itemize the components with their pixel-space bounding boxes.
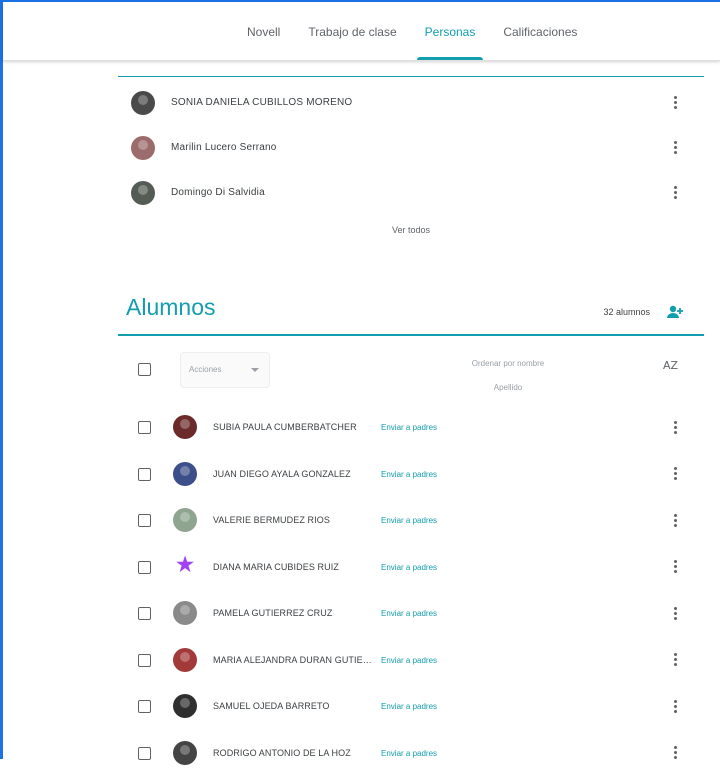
actions-dropdown[interactable]: Acciones: [180, 352, 270, 388]
window-frame-left: [0, 0, 3, 759]
student-name: SUBIA PAULA CUMBERBATCHER: [213, 422, 373, 432]
student-checkbox[interactable]: [138, 468, 151, 481]
sort-az-icon[interactable]: AZ: [663, 359, 678, 372]
more-options-icon[interactable]: [668, 463, 682, 485]
more-options-icon[interactable]: [668, 742, 682, 764]
student-name: MARIA ALEJANDRA DURAN GUTIERREZ: [213, 655, 373, 665]
student-row: VALERIE BERMUDEZ RIOS Enviar a padres: [118, 497, 704, 544]
student-checkbox[interactable]: [138, 700, 151, 713]
star-avatar-icon: ★: [173, 553, 197, 577]
teacher-row: Marilin Lucero Serrano: [118, 125, 704, 170]
teacher-row: SONIA DANIELA CUBILLOS MORENO: [118, 80, 704, 125]
student-checkbox[interactable]: [138, 514, 151, 527]
student-name: JUAN DIEGO AYALA GONZALEZ: [213, 469, 373, 479]
student-checkbox[interactable]: [138, 747, 151, 760]
avatar: [173, 648, 197, 672]
student-row: ★ DIANA MARIA CUBIDES RUIZ Enviar a padr…: [118, 544, 704, 591]
more-options-icon[interactable]: [668, 92, 682, 114]
students-list: SUBIA PAULA CUMBERBATCHER Enviar a padre…: [118, 404, 704, 776]
teacher-name: SONIA DANIELA CUBILLOS MORENO: [171, 97, 352, 108]
students-divider: [118, 334, 704, 336]
student-row: JUAN DIEGO AYALA GONZALEZ Enviar a padre…: [118, 451, 704, 498]
avatar: [173, 508, 197, 532]
avatar: [173, 601, 197, 625]
sort-label-line: Ordenar por nombre: [388, 352, 628, 376]
more-options-icon[interactable]: [668, 182, 682, 204]
students-toolbar: Acciones Ordenar por nombre Apellido AZ: [118, 342, 704, 396]
students-section-title: Alumnos: [126, 294, 215, 321]
student-checkbox[interactable]: [138, 607, 151, 620]
avatar: [131, 181, 155, 205]
email-guardians-link[interactable]: Enviar a padres: [381, 749, 437, 758]
avatar: [131, 91, 155, 115]
chevron-down-icon: [251, 368, 259, 372]
student-checkbox[interactable]: [138, 561, 151, 574]
tab-grades[interactable]: Calificaciones: [489, 2, 591, 60]
student-name: RODRIGO ANTONIO DE LA HOZ: [213, 748, 373, 758]
more-options-icon[interactable]: [668, 695, 682, 717]
more-options-icon[interactable]: [668, 137, 682, 159]
student-name: PAMELA GUTIERREZ CRUZ: [213, 608, 373, 618]
avatar: [173, 741, 197, 765]
teacher-name: Marilin Lucero Serrano: [171, 142, 277, 153]
email-guardians-link[interactable]: Enviar a padres: [381, 702, 437, 711]
student-name: SAMUEL OJEDA BARRETO: [213, 701, 373, 711]
student-count: 32 alumnos: [560, 307, 650, 317]
avatar: [131, 136, 155, 160]
student-row: PAMELA GUTIERREZ CRUZ Enviar a padres: [118, 590, 704, 637]
sort-label-line: Apellido: [388, 376, 628, 400]
more-options-icon[interactable]: [668, 509, 682, 531]
teacher-row: Domingo Di Salvidia: [118, 170, 704, 215]
email-guardians-link[interactable]: Enviar a padres: [381, 470, 437, 479]
student-row: SUBIA PAULA CUMBERBATCHER Enviar a padre…: [118, 404, 704, 451]
select-all-checkbox[interactable]: [138, 363, 151, 376]
top-bar: Novell Trabajo de clase Personas Calific…: [3, 2, 720, 61]
email-guardians-link[interactable]: Enviar a padres: [381, 609, 437, 618]
avatar: [173, 415, 197, 439]
more-options-icon[interactable]: [668, 556, 682, 578]
teachers-divider: [118, 76, 704, 77]
student-row: SAMUEL OJEDA BARRETO Enviar a padres: [118, 683, 704, 730]
student-name: VALERIE BERMUDEZ RIOS: [213, 515, 373, 525]
email-guardians-link[interactable]: Enviar a padres: [381, 656, 437, 665]
more-options-icon[interactable]: [668, 416, 682, 438]
tab-stream[interactable]: Novell: [233, 2, 294, 60]
see-all-teachers-link[interactable]: Ver todos: [118, 225, 704, 235]
email-guardians-link[interactable]: Enviar a padres: [381, 563, 437, 572]
more-options-icon[interactable]: [668, 602, 682, 624]
more-options-icon[interactable]: [668, 649, 682, 671]
sort-label[interactable]: Ordenar por nombre Apellido: [388, 352, 628, 400]
avatar: [173, 462, 197, 486]
actions-dropdown-label: Acciones: [189, 365, 221, 374]
teacher-name: Domingo Di Salvidia: [171, 187, 265, 198]
avatar: [173, 694, 197, 718]
student-name: DIANA MARIA CUBIDES RUIZ: [213, 562, 373, 572]
student-checkbox[interactable]: [138, 654, 151, 667]
student-row: RODRIGO ANTONIO DE LA HOZ Enviar a padre…: [118, 730, 704, 776]
class-tabs: Novell Trabajo de clase Personas Calific…: [233, 2, 591, 60]
teachers-list: SONIA DANIELA CUBILLOS MORENO Marilin Lu…: [118, 80, 704, 215]
student-row: MARIA ALEJANDRA DURAN GUTIERREZ Enviar a…: [118, 637, 704, 684]
email-guardians-link[interactable]: Enviar a padres: [381, 423, 437, 432]
student-checkbox[interactable]: [138, 421, 151, 434]
add-student-icon[interactable]: [665, 302, 685, 322]
tab-classwork[interactable]: Trabajo de clase: [294, 2, 410, 60]
tab-people[interactable]: Personas: [411, 2, 490, 60]
email-guardians-link[interactable]: Enviar a padres: [381, 516, 437, 525]
